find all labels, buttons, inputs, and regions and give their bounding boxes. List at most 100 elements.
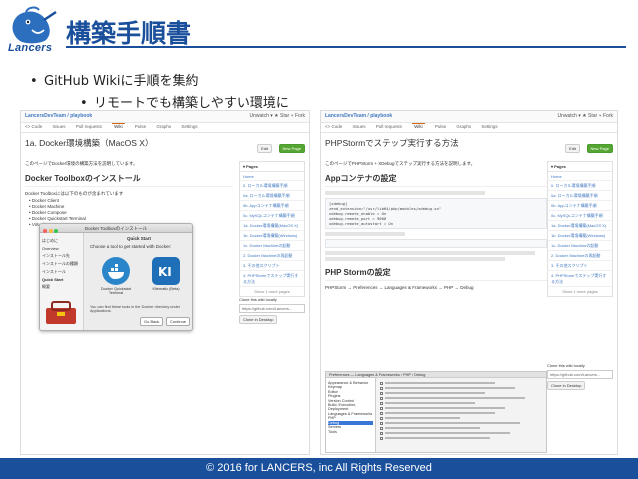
sidebar-page-link[interactable]: 0c. MySQLコンテナ構築手順 xyxy=(240,211,304,221)
tree-item[interactable]: Tools xyxy=(328,430,373,434)
new-page-button[interactable]: New Page xyxy=(278,144,305,153)
list-item: Docker Client xyxy=(29,198,233,203)
repo-tabs: <> Code Issues Pull requests Wiki Pulse … xyxy=(321,123,617,133)
kitematic-icon[interactable]: KI xyxy=(152,257,180,285)
title-underline xyxy=(66,46,626,48)
sidebar-page-link[interactable]: 4. PHPStormでステップ実行する方法 xyxy=(548,271,612,287)
tree-item[interactable]: Editor xyxy=(328,390,373,394)
wiki-content: このページでDocker環境の構築方法を説明しています。 Docker Tool… xyxy=(25,161,233,228)
tab-code[interactable]: <> Code xyxy=(325,124,342,129)
repo-name-link[interactable]: LancersDevTeam / playbook xyxy=(25,113,92,119)
settings-checkbox[interactable] xyxy=(380,411,383,415)
installer-main: Quick Start Choose a tool to get started… xyxy=(86,233,192,330)
close-window-icon[interactable] xyxy=(43,228,47,233)
pages-heading[interactable]: ▾ Pages xyxy=(548,162,612,172)
repo-actions[interactable]: Unwatch ▾ ★ Star ⑂ Fork xyxy=(557,113,613,119)
docker-quickstart-icon[interactable] xyxy=(102,257,130,285)
clone-desktop-button[interactable]: Clone in Desktop xyxy=(239,315,278,324)
text-line xyxy=(325,257,505,261)
sidebar-page-link[interactable]: 1b. Docker環境構築(Windows) xyxy=(240,231,304,241)
installer-step: 概要 xyxy=(42,284,50,289)
svg-text:KI: KI xyxy=(158,265,172,279)
tree-item[interactable]: PHP xyxy=(328,416,373,420)
settings-checkbox[interactable] xyxy=(380,431,383,435)
settings-checkbox[interactable] xyxy=(380,401,383,405)
go-back-button[interactable]: Go Back xyxy=(140,317,164,326)
clone-desktop-button[interactable]: Clone in Desktop xyxy=(547,381,586,390)
tab-issues[interactable]: Issues xyxy=(53,124,66,129)
settings-row xyxy=(380,421,544,425)
docker-quickstart-label: Docker Quickstart Terminal xyxy=(100,287,132,295)
sidebar-page-link[interactable]: 1a. Docker環境構築(MacOS X) xyxy=(548,221,612,231)
tab-pull-requests[interactable]: Pull requests xyxy=(76,124,102,129)
sidebar-page-link[interactable]: 0. ローカル環境構築手順 xyxy=(548,181,612,191)
sidebar-page-link[interactable]: 1c. Docker Machineの起動 xyxy=(548,241,612,251)
clone-url-input[interactable]: https://github.com/Lancers... xyxy=(239,304,305,313)
settings-checkbox[interactable] xyxy=(380,391,383,395)
show-more-pages-link[interactable]: Show 1 more pages xyxy=(240,287,304,296)
sidebar-page-link[interactable]: 4. PHPStormでステップ実行する方法 xyxy=(240,271,304,287)
sidebar-page-link[interactable]: 2. Docker Machineの再起動 xyxy=(240,251,304,261)
debug-settings-panel xyxy=(380,380,544,450)
settings-checkbox[interactable] xyxy=(380,386,383,390)
sidebar-page-link[interactable]: Home xyxy=(240,172,304,181)
settings-checkbox[interactable] xyxy=(380,416,383,420)
tab-wiki[interactable]: Wiki xyxy=(412,123,425,129)
sidebar-page-link[interactable]: 3. その他スクリプト xyxy=(240,261,304,271)
tree-item[interactable]: Build, Execution, Deployment xyxy=(328,403,373,411)
installer-step: インストールの種類 xyxy=(42,261,78,266)
edit-button[interactable]: Edit xyxy=(257,144,273,153)
tab-settings[interactable]: Settings xyxy=(481,124,497,129)
sidebar-page-link[interactable]: 1c. Docker Machineの起動 xyxy=(240,241,304,251)
minimize-window-icon[interactable] xyxy=(48,228,53,233)
sidebar-page-link[interactable]: 0b. Appコンテナ構築手順 xyxy=(240,201,304,211)
wiki-page-header: PHPStormでステップ実行する方法 Edit New Page xyxy=(321,133,617,157)
tab-code[interactable]: <> Code xyxy=(25,124,42,129)
edit-button[interactable]: Edit xyxy=(565,144,581,153)
settings-checkbox[interactable] xyxy=(380,421,383,425)
settings-checkbox[interactable] xyxy=(380,396,383,400)
sidebar-page-link[interactable]: 1a. Docker環境構築(MacOS X) xyxy=(240,221,304,231)
settings-checkbox[interactable] xyxy=(380,381,383,385)
tree-item[interactable]: Languages & Frameworks xyxy=(328,412,373,416)
sidebar-page-link[interactable]: 1b. Docker環境構築(Windows) xyxy=(548,231,612,241)
tab-settings[interactable]: Settings xyxy=(181,124,197,129)
tab-pulse[interactable]: Pulse xyxy=(135,124,146,129)
repo-name-link[interactable]: LancersDevTeam / playbook xyxy=(325,113,392,119)
settings-checkbox[interactable] xyxy=(380,406,383,410)
tab-graphs[interactable]: Graphs xyxy=(156,124,171,129)
sidebar-page-link[interactable]: 0. ローカル環境構築手順 xyxy=(240,181,304,191)
settings-text xyxy=(385,387,515,389)
installer-title: Docker Toolboxのインストール xyxy=(84,226,148,231)
new-page-button[interactable]: New Page xyxy=(586,144,613,153)
sidebar-page-link[interactable]: 0a. ローカル環境構築手順 xyxy=(240,191,304,201)
tree-item[interactable]: Version Control xyxy=(328,399,373,403)
sidebar-page-link[interactable]: 0b. Appコンテナ構築手順 xyxy=(548,201,612,211)
tree-item[interactable]: Appearance & Behavior xyxy=(328,381,373,385)
settings-text xyxy=(385,397,525,399)
show-more-pages-link[interactable]: Show 1 more pages xyxy=(548,287,612,296)
repo-actions[interactable]: Unwatch ▾ ★ Star ⑂ Fork xyxy=(249,113,305,119)
clone-url-input[interactable]: https://github.com/Lancers... xyxy=(547,370,613,379)
tree-item[interactable]: Servers xyxy=(328,425,373,429)
settings-checkbox[interactable] xyxy=(380,426,383,430)
tab-graphs[interactable]: Graphs xyxy=(456,124,471,129)
pages-heading[interactable]: ▾ Pages xyxy=(240,162,304,172)
sidebar-page-link[interactable]: 3. その他スクリプト xyxy=(548,261,612,271)
sidebar-page-link[interactable]: Home xyxy=(548,172,612,181)
sidebar-page-link[interactable]: 2. Docker Machineの再起動 xyxy=(548,251,612,261)
installer-step: はじめに xyxy=(42,238,58,243)
tab-wiki[interactable]: Wiki xyxy=(112,123,125,129)
tree-item[interactable]: Keymap xyxy=(328,385,373,389)
sidebar-page-link[interactable]: 0a. ローカル環境構築手順 xyxy=(548,191,612,201)
tab-pulse[interactable]: Pulse xyxy=(435,124,446,129)
kitematic-label: Kitematic (Beta) xyxy=(152,287,180,291)
tab-pull-requests[interactable]: Pull requests xyxy=(376,124,402,129)
tab-issues[interactable]: Issues xyxy=(353,124,366,129)
zoom-window-icon[interactable] xyxy=(54,228,58,233)
tree-item-selected[interactable]: Debug xyxy=(328,420,373,425)
sidebar-page-link[interactable]: 0c. MySQLコンテナ構築手順 xyxy=(548,211,612,221)
continue-button[interactable]: Continue xyxy=(166,317,191,326)
settings-checkbox[interactable] xyxy=(380,436,383,440)
tree-item[interactable]: Plugins xyxy=(328,394,373,398)
